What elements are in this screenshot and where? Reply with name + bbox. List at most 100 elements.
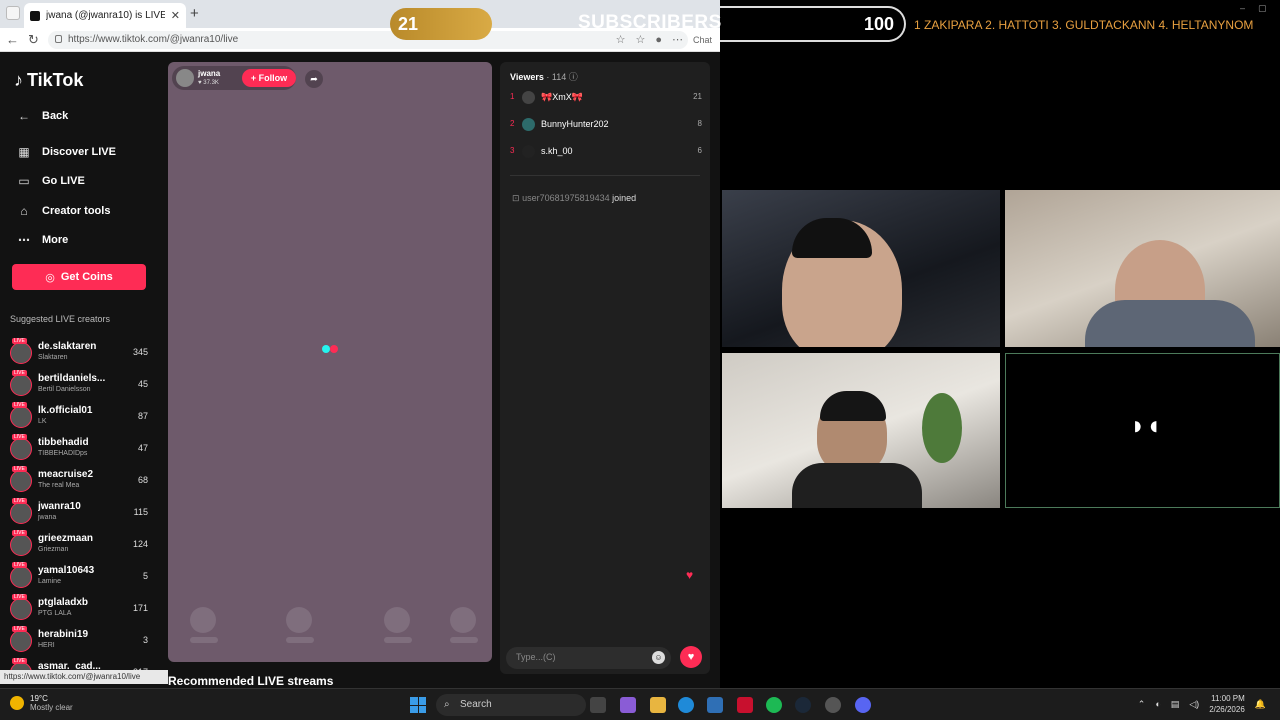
creator-nickname: Slaktaren <box>38 354 68 361</box>
edge-icon[interactable] <box>678 697 694 713</box>
floating-heart-icon: ♥ <box>686 568 694 582</box>
creator-name: grieezmaan <box>38 533 94 544</box>
suggested-creator-row[interactable]: LIVE bertildaniels... Bertil Danielsson 45 <box>8 370 152 401</box>
suggested-creator-row[interactable]: LIVE meacruise2 The real Mea 68 <box>8 466 152 497</box>
creator-viewer-count: 5 <box>142 571 148 581</box>
join-username[interactable]: user70681975819434 <box>522 193 610 203</box>
new-tab-icon[interactable]: + <box>190 5 199 22</box>
creator-name: bertildaniels... <box>38 373 106 384</box>
copilot-chat-button[interactable]: Chat <box>693 35 712 45</box>
top-viewer-row[interactable]: 2 BunnyHunter202 8 <box>510 117 702 133</box>
discord-icon[interactable] <box>855 697 871 713</box>
tab-actions-icon[interactable] <box>6 6 20 20</box>
like-heart-button[interactable]: ♥ <box>680 646 702 668</box>
back-button[interactable]: ← Back <box>16 109 68 123</box>
webcam-feed-1 <box>722 190 1000 347</box>
steam-icon[interactable] <box>795 697 811 713</box>
creator-avatar <box>10 534 32 556</box>
logo-text: TikTok <box>27 70 84 90</box>
viewer-name: 🎀XmX🎀 <box>541 92 583 102</box>
spotify-icon[interactable] <box>766 697 782 713</box>
notification-bell-icon[interactable]: 🔔 <box>1255 699 1266 710</box>
suggested-creator-row[interactable]: LIVE de.slaktaren Slaktaren 345 <box>8 338 152 369</box>
favorite-star-icon[interactable]: ☆ <box>616 33 626 46</box>
suggested-creator-row[interactable]: LIVE lk.official01 LK 87 <box>8 402 152 433</box>
collections-icon[interactable]: ☆ <box>635 33 645 46</box>
tiktok-logo[interactable]: ♪ TikTok <box>14 70 83 91</box>
volume-icon[interactable]: ◁) <box>1189 699 1199 710</box>
chat-divider <box>510 175 700 176</box>
taskbar-search[interactable]: ⌕ Search <box>436 694 586 716</box>
tray-app-icon[interactable]: ◐ <box>1155 699 1160 709</box>
get-coins-label: Get Coins <box>60 271 113 283</box>
top-viewer-row[interactable]: 1 🎀XmX🎀 21 <box>510 90 702 106</box>
back-arrow-icon[interactable]: ← <box>6 32 19 47</box>
back-arrow-icon: ← <box>18 109 30 123</box>
host-avatar[interactable] <box>176 69 194 87</box>
nav-more[interactable]: ⋯ More <box>16 233 68 247</box>
plant-figure <box>922 393 962 463</box>
viewers-count: · 114 <box>546 72 567 82</box>
subscriber-goal-badge: 100 <box>720 6 906 42</box>
suggested-creator-row[interactable]: LIVE grieezmaan Griezman 124 <box>8 530 152 561</box>
clock[interactable]: 11:00 PM 2/26/2026 <box>1209 693 1245 715</box>
loading-dot-pink <box>330 345 338 353</box>
network-icon[interactable]: ▤ <box>1171 699 1180 710</box>
windows-start-icon[interactable] <box>410 697 426 713</box>
get-coins-button[interactable]: ◎ Get Coins <box>12 264 146 290</box>
refresh-icon[interactable]: ↻ <box>28 32 39 48</box>
date-text: 2/26/2026 <box>1209 705 1245 714</box>
help-icon[interactable]: ⓘ <box>569 72 578 82</box>
more-icon[interactable]: ⋯ <box>672 33 683 46</box>
more-dots-icon: ⋯ <box>18 233 30 247</box>
placeholder-skeleton <box>190 607 218 647</box>
creator-viewer-count: 124 <box>132 539 148 549</box>
store-icon[interactable] <box>707 697 723 713</box>
copilot-icon[interactable] <box>620 697 636 713</box>
join-text: joined <box>612 193 637 203</box>
back-label: Back <box>42 110 69 122</box>
share-icon[interactable]: ➦ <box>305 70 323 88</box>
profile-icon[interactable]: ● <box>655 34 662 46</box>
suggested-creator-row[interactable]: LIVE yamal10643 Lamine 5 <box>8 562 152 593</box>
emoji-icon[interactable]: ☺ <box>652 651 665 664</box>
maximize-icon[interactable]: ▢ <box>1258 3 1267 14</box>
nav-label: Creator tools <box>42 205 111 217</box>
minimize-icon[interactable]: – <box>1240 3 1245 13</box>
webcam-feed-4: ◗◖ <box>1005 353 1280 508</box>
live-video-player[interactable]: jwana ♥ 37.3K + Follow ➦ <box>168 62 492 662</box>
top-viewer-row[interactable]: 3 s.kh_00 6 <box>510 144 702 160</box>
suggested-creator-row[interactable]: LIVE ptglaladxb PTG LALA 171 <box>8 594 152 625</box>
suggested-creator-row[interactable]: LIVE jwanra10 jwana 115 <box>8 498 152 529</box>
creator-nickname: HERI <box>38 642 55 649</box>
creator-nickname: jwana <box>38 514 57 521</box>
creator-avatar <box>10 342 32 364</box>
suggested-creator-row[interactable]: LIVE tibbehadid TIBBEHADIDps 47 <box>8 434 152 465</box>
creator-avatar <box>10 438 32 460</box>
nav-label: More <box>42 234 69 246</box>
nav-go-live[interactable]: ▭ Go LIVE <box>16 174 84 188</box>
live-badge: LIVE <box>12 434 27 440</box>
viewer-name: s.kh_00 <box>541 146 573 156</box>
browser-tab[interactable]: jwana (@jwanra10) is LIVE - TikTok ✕ <box>24 3 186 28</box>
obs-icon[interactable] <box>825 697 841 713</box>
follow-button[interactable]: + Follow <box>242 69 296 87</box>
task-view-icon[interactable] <box>590 697 606 713</box>
weather-widget[interactable]: 19°C Mostly clear <box>10 694 73 712</box>
nav-discover-live[interactable]: ▦ Discover LIVE <box>16 145 116 159</box>
viewers-header[interactable]: Viewers · 114 ⓘ <box>510 70 578 83</box>
chevron-up-icon[interactable]: ⌃ <box>1138 699 1146 710</box>
nav-creator-tools[interactable]: ⌂ Creator tools <box>16 204 110 218</box>
close-tab-icon[interactable]: ✕ <box>171 9 180 22</box>
suggested-creator-row[interactable]: LIVE herabini19 HERI 3 <box>8 626 152 657</box>
address-bar-actions: ☆ ☆ ● ⋯ Chat <box>616 33 712 47</box>
chat-input[interactable]: Type...(C) <box>506 647 671 669</box>
creator-nickname: Bertil Danielsson <box>38 386 91 393</box>
tab-title: jwana (@jwanra10) is LIVE - TikTok <box>46 10 165 21</box>
creator-viewer-count: 68 <box>137 475 148 485</box>
acrobat-icon[interactable] <box>737 697 753 713</box>
file-explorer-icon[interactable] <box>650 697 666 713</box>
host-likes: ♥ 37.3K <box>198 80 219 86</box>
creator-viewer-count: 115 <box>133 507 148 517</box>
live-badge: LIVE <box>12 370 27 376</box>
